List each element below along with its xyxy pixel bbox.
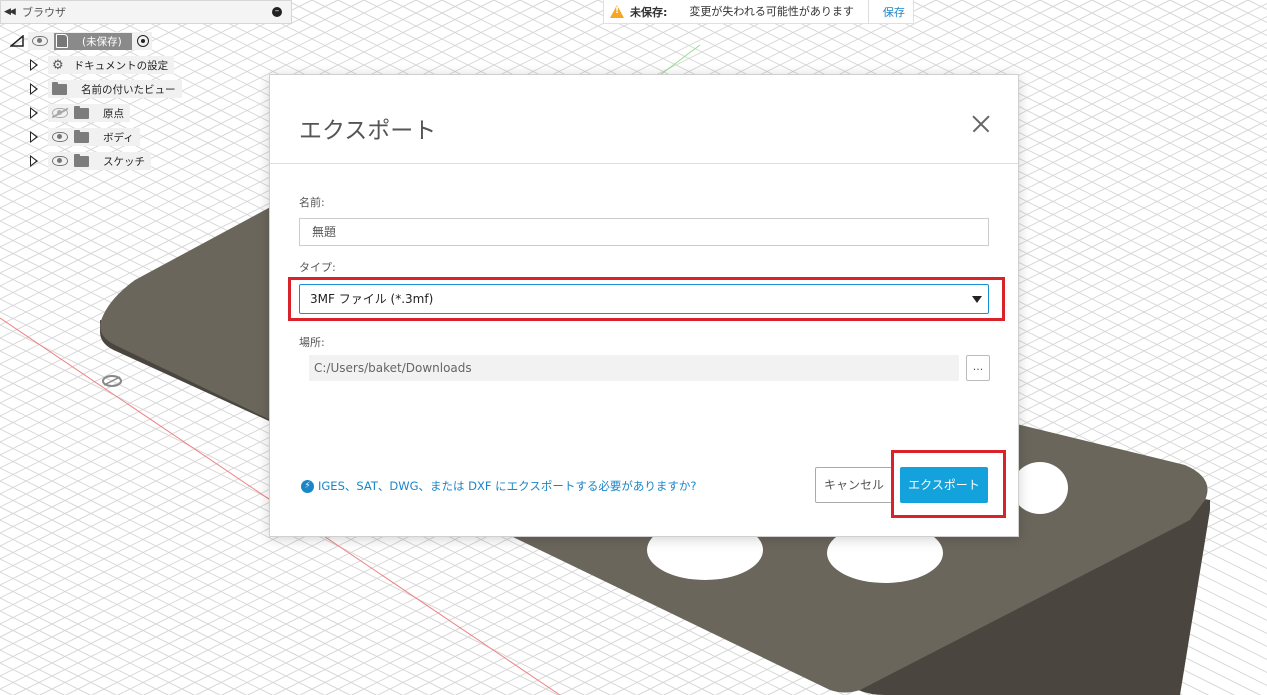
export-dialog: エクスポート 名前: 無題 タイプ: 3MF ファイル (*.3mf) 場所: … (269, 74, 1019, 537)
tree-item-label: 原点 (103, 107, 124, 120)
collapse-panel-icon[interactable]: ◀◀ (4, 7, 18, 17)
eye-icon[interactable] (52, 132, 68, 142)
location-field[interactable]: C:/Users/baket/Downloads (309, 355, 959, 381)
expand-triangle-icon[interactable] (30, 59, 38, 71)
expand-triangle-icon[interactable] (30, 155, 38, 167)
browser-panel-header: ◀◀ ブラウザ – (0, 0, 292, 24)
expand-triangle-icon[interactable] (30, 131, 38, 143)
name-label: 名前: (299, 196, 325, 209)
folder-icon (74, 105, 89, 119)
origin-marker-icon (102, 375, 122, 387)
tree-item-label: スケッチ (103, 155, 145, 168)
browser-title: ブラウザ (22, 6, 66, 19)
close-icon[interactable] (972, 115, 990, 133)
eye-hidden-icon[interactable] (52, 108, 68, 118)
help-link-text[interactable]: IGES、SAT、DWG、または DXF にエクスポートする必要がありますか? (318, 478, 696, 494)
chevron-down-icon[interactable] (972, 296, 982, 303)
export-button[interactable]: エクスポート (900, 467, 988, 503)
gear-icon: ⚙ (52, 57, 64, 73)
unsaved-banner: 未保存: 変更が失われる可能性があります 保存 (603, 0, 914, 24)
tree-item[interactable]: 名前の付いたビュー (30, 80, 182, 98)
tree-item[interactable]: スケッチ (30, 152, 151, 170)
type-select[interactable]: 3MF ファイル (*.3mf) (299, 284, 989, 314)
document-icon (56, 34, 68, 48)
minimize-panel-button[interactable]: – (272, 7, 282, 17)
expand-triangle-icon[interactable] (30, 83, 38, 95)
tree-item-label: ボディ (103, 131, 134, 144)
activate-radio-icon[interactable] (136, 35, 149, 47)
folder-icon (52, 81, 67, 95)
tree-item[interactable]: ボディ (30, 128, 140, 146)
expand-triangle-icon[interactable] (30, 107, 38, 119)
tree-item[interactable]: 原点 (30, 104, 130, 122)
document-chip[interactable]: (未保存) (54, 32, 132, 50)
lightning-icon: ⚡ (301, 479, 314, 493)
location-label: 場所: (299, 336, 325, 349)
type-label: タイプ: (299, 261, 336, 274)
tree-root[interactable]: (未保存) (10, 32, 152, 50)
cancel-button[interactable]: キャンセル (815, 467, 893, 503)
tree-root-node[interactable]: (未保存) (28, 32, 152, 50)
folder-icon (74, 153, 89, 167)
expanded-triangle-icon[interactable] (10, 35, 24, 47)
warning-icon (610, 5, 624, 18)
unsaved-message: 変更が失われる可能性があります (689, 0, 869, 24)
eye-icon[interactable] (52, 156, 68, 166)
dialog-title: エクスポート (299, 118, 437, 144)
browse-button[interactable]: ... (966, 355, 990, 381)
document-name: (未保存) (82, 35, 122, 48)
plate-hole (1012, 462, 1068, 514)
help-link[interactable]: ⚡ IGES、SAT、DWG、または DXF にエクスポートする必要がありますか… (301, 478, 696, 494)
save-link[interactable]: 保存 (869, 4, 913, 20)
name-input[interactable]: 無題 (299, 218, 989, 246)
tree-item-label: ドキュメントの設定 (73, 59, 169, 72)
unsaved-label: 未保存: (630, 5, 668, 19)
folder-icon (74, 129, 89, 143)
tree-item[interactable]: ⚙ ドキュメントの設定 (30, 56, 175, 74)
type-select-value: 3MF ファイル (*.3mf) (310, 292, 434, 306)
title-divider (270, 163, 1018, 164)
eye-icon[interactable] (32, 36, 48, 46)
tree-item-label: 名前の付いたビュー (81, 83, 176, 96)
